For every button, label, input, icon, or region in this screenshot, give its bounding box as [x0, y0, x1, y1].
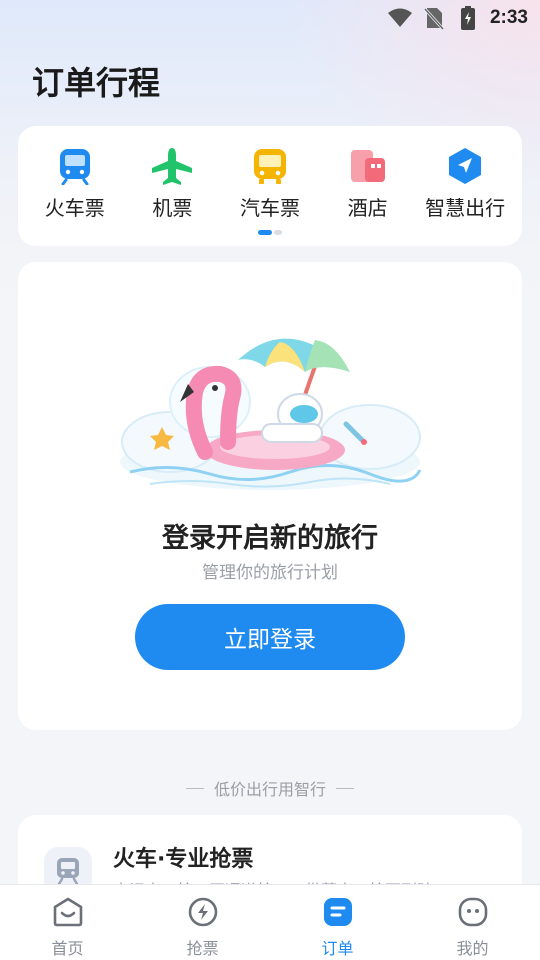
no-sim-icon [422, 6, 446, 30]
vacation-illustration [110, 332, 430, 502]
category-label: 机票 [152, 196, 193, 220]
login-subtitle: 管理你的旅行计划 [202, 563, 338, 583]
tab-label: 抢票 [186, 939, 219, 958]
page-dot-active [258, 230, 272, 235]
category-train[interactable]: 火车票 [26, 146, 124, 221]
tab-label: 订单 [321, 939, 354, 958]
tab-label: 首页 [51, 939, 84, 958]
home-icon [51, 895, 85, 929]
status-time: 2:33 [489, 7, 528, 28]
bus-icon [248, 146, 292, 186]
tab-label: 我的 [456, 939, 489, 958]
divider-line [336, 787, 354, 789]
login-card: 登录开启新的旅行 管理你的旅行计划 立即登录 [18, 262, 522, 730]
category-smart-travel[interactable]: 智慧出行 [416, 146, 514, 221]
category-label: 火车票 [44, 196, 105, 220]
login-title: 登录开启新的旅行 [162, 523, 378, 554]
category-hotel[interactable]: 酒店 [319, 146, 417, 221]
page-indicator [258, 230, 282, 235]
tab-orders[interactable]: 订单 [270, 885, 405, 960]
section-divider: 低价出行用智行 [0, 776, 540, 800]
promo-title: 火车·专业抢票 [113, 847, 254, 872]
tab-home[interactable]: 首页 [0, 885, 135, 960]
train-icon [53, 146, 97, 186]
plane-icon [150, 146, 194, 186]
grab-ticket-icon [186, 895, 220, 929]
category-label: 汽车票 [239, 196, 300, 220]
section-label: 低价出行用智行 [213, 780, 326, 799]
status-bar: 2:33 [0, 0, 540, 36]
profile-icon [456, 895, 490, 929]
hotel-icon [346, 146, 390, 186]
battery-icon [456, 6, 480, 30]
category-label: 智慧出行 [425, 196, 506, 220]
tab-profile[interactable]: 我的 [405, 885, 540, 960]
navigation-icon [443, 146, 487, 186]
divider-line [185, 787, 204, 789]
order-icon [321, 895, 355, 929]
page-title: 订单行程 [32, 64, 161, 102]
category-card: 火车票 机票 汽车票 酒店 智慧出行 [18, 126, 522, 246]
login-button[interactable]: 立即登录 [135, 604, 405, 670]
tab-grab-ticket[interactable]: 抢票 [135, 885, 270, 960]
category-label: 酒店 [347, 196, 388, 220]
page-dot [274, 230, 282, 235]
category-flight[interactable]: 机票 [124, 146, 222, 221]
bottom-tab-bar: 首页 抢票 订单 我的 [0, 884, 540, 960]
category-bus[interactable]: 汽车票 [221, 146, 319, 221]
wifi-icon [387, 6, 412, 30]
